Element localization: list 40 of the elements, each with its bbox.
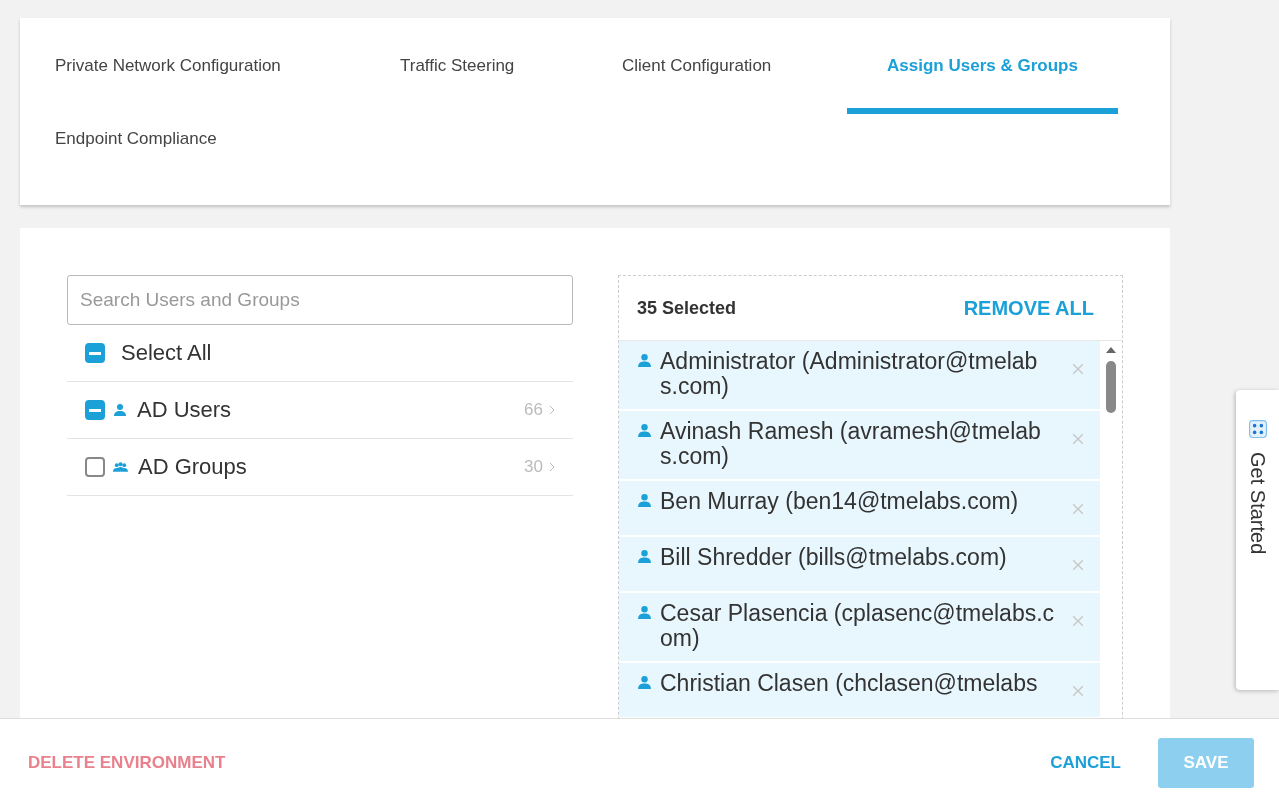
user-label: Christian Clasen (chclasen@tmelabs: [660, 671, 1039, 696]
user-icon: [637, 675, 652, 690]
close-icon[interactable]: [1072, 615, 1084, 627]
user-icon: [637, 493, 652, 508]
search-field[interactable]: Search Users and Groups: [67, 275, 573, 325]
scroll-up-icon[interactable]: [1106, 347, 1116, 353]
expand-icon: [1248, 420, 1267, 438]
tree-label: AD Groups: [138, 454, 247, 480]
chevron-right-icon[interactable]: [549, 462, 555, 472]
chevron-right-icon[interactable]: [549, 405, 555, 415]
tab[interactable]: Client Configuration: [622, 18, 847, 114]
tab[interactable]: Private Network Configuration: [55, 18, 400, 114]
close-icon[interactable]: [1072, 363, 1084, 375]
user-label: Bill Shredder (bills@tmelabs.com): [660, 545, 1008, 570]
checkbox[interactable]: [85, 400, 105, 420]
user-icon: [637, 353, 652, 368]
tree-label: AD Users: [137, 397, 232, 423]
scrollbar-thumb[interactable]: [1106, 361, 1116, 413]
item-count: 30: [524, 457, 543, 477]
close-icon[interactable]: [1072, 503, 1084, 515]
selected-count: 35 Selected: [637, 297, 737, 319]
user-label: Administrator (Administrator@tmelabs.com): [660, 349, 1039, 399]
tree-label: Select All: [121, 340, 212, 366]
close-icon[interactable]: [1072, 685, 1084, 697]
get-started-tab[interactable]: Get Started: [1236, 390, 1279, 690]
user-icon: [637, 605, 652, 620]
tab[interactable]: Endpoint Compliance: [55, 114, 355, 205]
checkbox[interactable]: [85, 457, 105, 477]
user-label: Ben Murray (ben14@tmelabs.com): [660, 489, 1020, 514]
group-icon: [113, 461, 128, 473]
checkbox[interactable]: [85, 343, 105, 363]
user-icon: [113, 403, 127, 417]
user-label: Avinash Ramesh (avramesh@tmelabs.com): [660, 419, 1042, 469]
user-label: Cesar Plasencia (cplasenc@tmelabs.com): [660, 601, 1055, 651]
user-icon: [637, 549, 652, 564]
user-icon: [637, 423, 652, 438]
tab[interactable]: Traffic Steering: [400, 18, 622, 114]
item-count: 66: [524, 400, 543, 420]
close-icon[interactable]: [1072, 559, 1084, 571]
close-icon[interactable]: [1072, 433, 1084, 445]
